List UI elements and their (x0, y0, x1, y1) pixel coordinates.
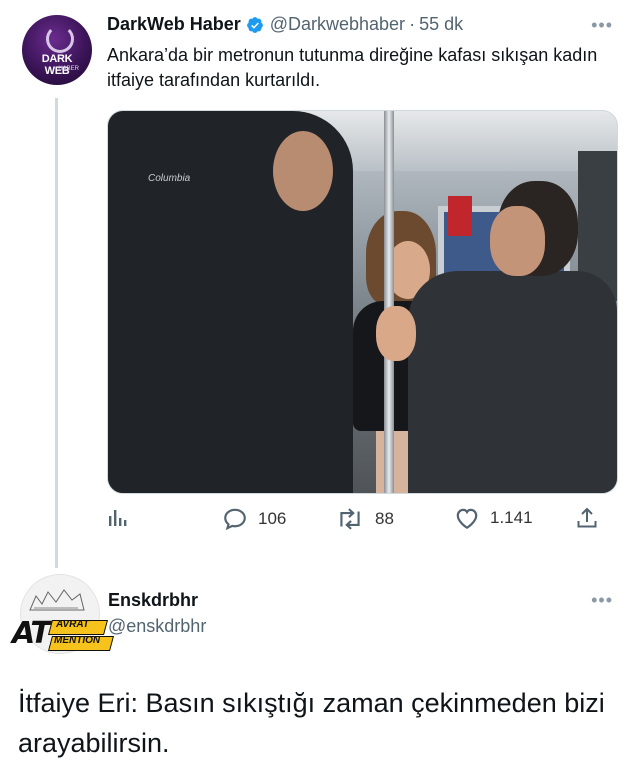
tweet-header: DarkWeb Haber @Darkwebhaber · 55 dk (107, 14, 463, 35)
heart-icon (456, 508, 478, 530)
author-handle[interactable]: @Darkwebhaber (270, 14, 405, 35)
reply-icon (224, 508, 246, 531)
author-name[interactable]: DarkWeb Haber (107, 14, 241, 35)
photo-hand (376, 306, 416, 361)
analytics-button[interactable] (107, 506, 129, 528)
like-count: 1.141 (490, 508, 533, 527)
tweet-text: Ankara’da bir metronun tutunma direğine … (107, 45, 598, 90)
photo-man-right-body (408, 271, 617, 493)
reply-avatar[interactable]: AT AVRAT MENTION (12, 574, 115, 660)
reply-count: 106 (258, 509, 287, 528)
share-icon (577, 507, 597, 528)
reply-author-name[interactable]: Enskdrbhr (108, 590, 198, 611)
analytics-icon (109, 510, 127, 526)
avatar-logo-subtext: HABER (58, 66, 79, 72)
photo-man-right-face (490, 206, 545, 276)
separator-dot: · (409, 14, 416, 34)
logo-icon (46, 25, 74, 53)
photo-man-left-head (273, 131, 333, 211)
avrat-mention-logo: AT AVRAT MENTION (12, 614, 115, 654)
tweet-actions: 106 88 1.141 (107, 506, 602, 536)
retweet-button[interactable]: 88 (335, 506, 394, 532)
avatar-logo-text: DARK WEB (41, 53, 73, 77)
reply-more-icon[interactable]: ••• (591, 590, 613, 611)
like-button[interactable]: 1.141 (454, 506, 533, 530)
thread-connector-line (55, 98, 58, 568)
tweet-timestamp[interactable]: 55 dk (419, 14, 463, 35)
retweet-count: 88 (375, 509, 394, 528)
sketch-illustration-icon (29, 589, 85, 611)
share-button[interactable] (575, 506, 599, 530)
logo-line2: MENTION (54, 635, 101, 646)
reply-button[interactable]: 106 (222, 506, 286, 532)
reply-text: İtfaiye Eri: Basın sıkıştığı zaman çekin… (18, 688, 605, 758)
retweet-icon (340, 508, 360, 530)
reply-author-handle[interactable]: @enskdrbhr (108, 616, 206, 637)
photo-metro-pole (384, 111, 394, 493)
more-icon[interactable]: ••• (591, 15, 613, 36)
logo-line1: AVRAT (56, 619, 89, 630)
logo-big-text: AT (12, 616, 51, 651)
avatar[interactable]: DARK WEB HABER (22, 15, 92, 85)
tweet-photo[interactable]: Columbia (107, 110, 618, 494)
photo-brand-text: Columbia (148, 173, 191, 184)
photo-red-panel (448, 196, 472, 236)
verified-badge-icon (246, 16, 263, 33)
